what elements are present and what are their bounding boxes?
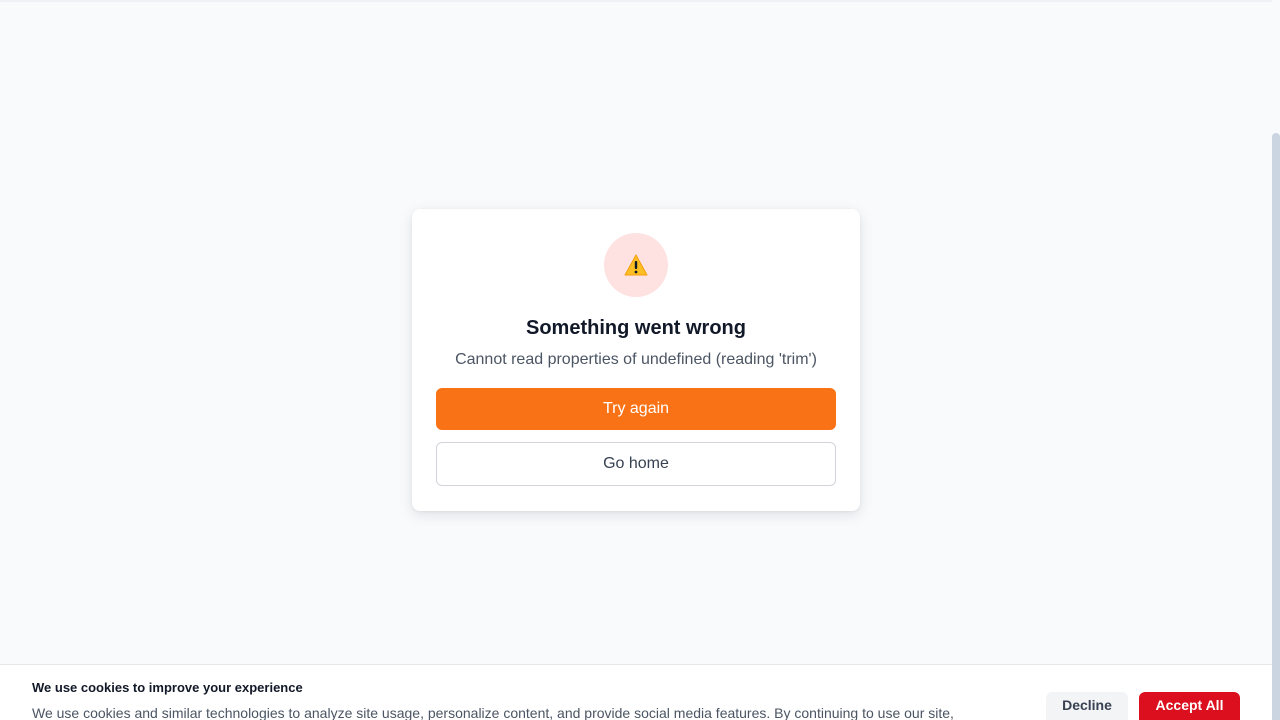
warning-icon xyxy=(624,254,648,276)
scrollbar-track[interactable] xyxy=(1272,0,1280,720)
decline-button[interactable]: Decline xyxy=(1046,692,1128,720)
top-border xyxy=(0,0,1272,2)
error-icon-circle xyxy=(604,233,668,297)
try-again-button[interactable]: Try again xyxy=(436,388,836,430)
go-home-button[interactable]: Go home xyxy=(436,442,836,486)
error-message: Cannot read properties of undefined (rea… xyxy=(455,351,817,368)
cookie-banner-text: We use cookies and similar technologies … xyxy=(32,705,954,720)
cookie-banner: We use cookies to improve your experienc… xyxy=(0,664,1272,720)
error-card: Something went wrong Cannot read propert… xyxy=(412,209,860,511)
error-title: Something went wrong xyxy=(526,317,746,339)
scrollbar-thumb[interactable] xyxy=(1272,133,1280,720)
cookie-banner-title: We use cookies to improve your experienc… xyxy=(32,680,303,695)
accept-all-button[interactable]: Accept All xyxy=(1139,692,1240,720)
